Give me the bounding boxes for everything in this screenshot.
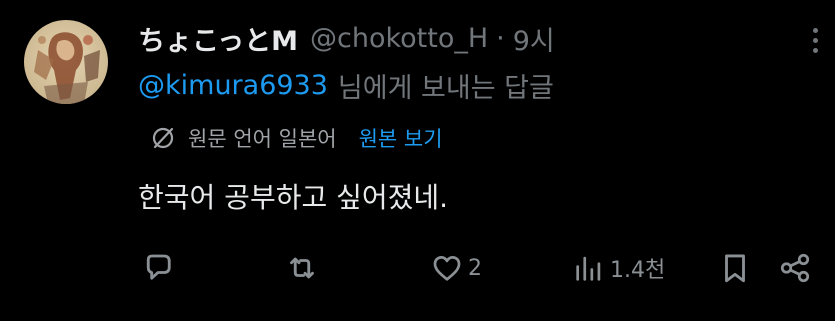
retweet-icon xyxy=(284,250,320,286)
display-name[interactable]: ちょこっとM xyxy=(138,19,298,58)
reply-button[interactable] xyxy=(140,246,176,290)
share-icon xyxy=(778,251,812,285)
more-options-icon[interactable] xyxy=(800,22,830,58)
heart-icon xyxy=(430,251,464,285)
tweet-text: 한국어 공부하고 싶어졌네. xyxy=(138,181,449,214)
views-count: 1.4천 xyxy=(610,258,666,283)
more-dot xyxy=(812,27,818,33)
retweet-button[interactable] xyxy=(284,246,320,290)
reply-to-label: 님에게 보내는 답글 xyxy=(337,72,554,104)
more-dot xyxy=(812,47,818,53)
show-original-link[interactable]: 원본 보기 xyxy=(359,123,443,153)
translation-info: 원문 언어 일본어 xyxy=(188,127,337,151)
bookmark-icon xyxy=(718,251,752,285)
tweet-header: ちょこっとM @chokotto_H · 9시 xyxy=(138,16,555,60)
action-bar: 2 1.4천 xyxy=(0,246,835,290)
separator-dot: · xyxy=(496,22,505,54)
reply-context: @kimura6933 님에게 보내는 답글 xyxy=(138,64,554,106)
share-button[interactable] xyxy=(778,246,812,290)
translation-notice: 원문 언어 일본어 원본 보기 xyxy=(150,120,443,156)
like-button[interactable]: 2 xyxy=(430,246,482,290)
views-icon xyxy=(572,251,606,285)
reply-icon xyxy=(140,250,176,286)
reply-to-mention[interactable]: @kimura6933 xyxy=(138,70,328,101)
like-count: 2 xyxy=(468,255,482,281)
user-handle[interactable]: @chokotto_H xyxy=(310,23,488,54)
translate-icon xyxy=(150,125,176,151)
more-dot xyxy=(812,37,818,43)
timestamp[interactable]: 9시 xyxy=(513,19,555,58)
avatar[interactable] xyxy=(24,20,108,104)
bookmark-button[interactable] xyxy=(718,246,752,290)
views-button[interactable]: 1.4천 xyxy=(572,246,665,290)
